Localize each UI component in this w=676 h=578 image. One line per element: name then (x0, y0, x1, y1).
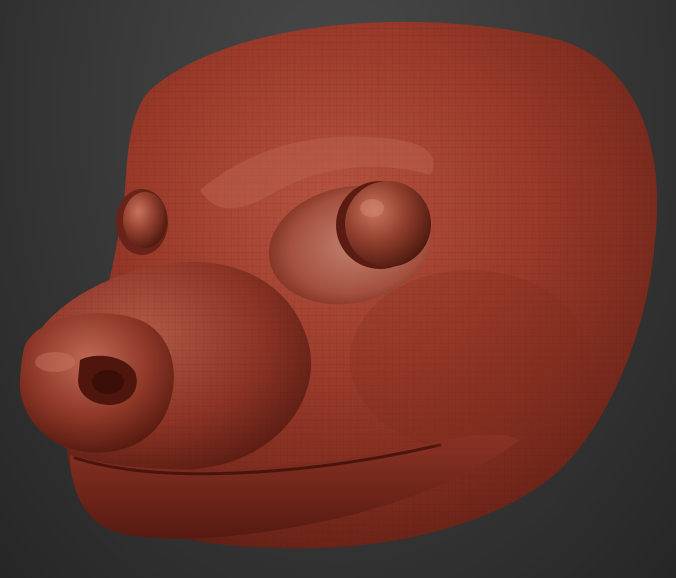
left-eye (116, 189, 168, 255)
sculpt-head-model[interactable] (0, 0, 676, 578)
nose (19, 313, 174, 453)
viewport-canvas[interactable] (0, 0, 676, 578)
cheek (350, 270, 590, 450)
